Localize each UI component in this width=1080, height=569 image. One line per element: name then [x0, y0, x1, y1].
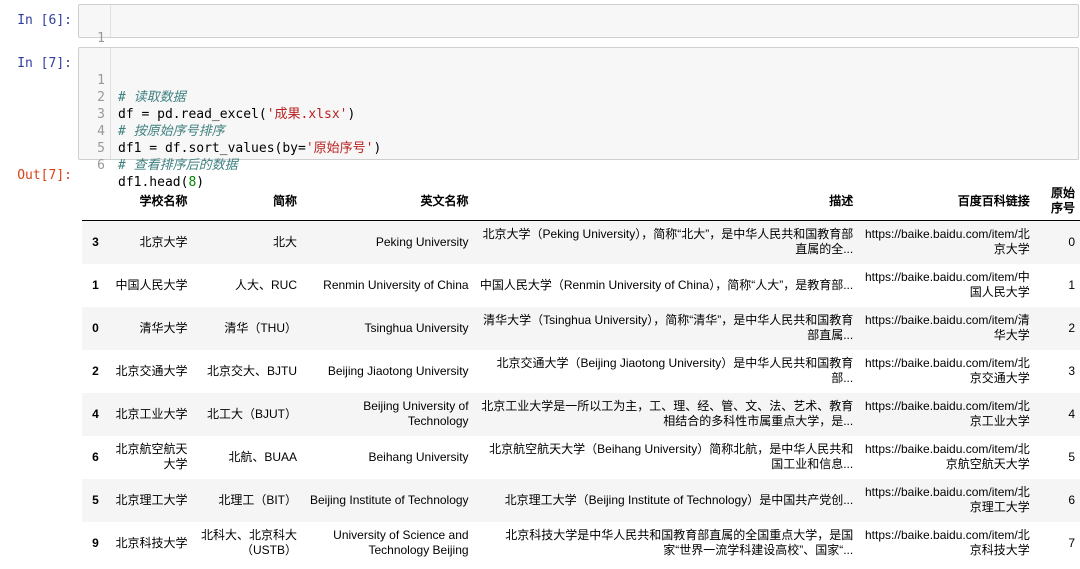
column-header: 简称	[192, 182, 303, 221]
table-cell: Renmin University of China	[323, 277, 469, 292]
table-cell: https://baike.baidu.com/item/中国人民大学	[864, 270, 1030, 299]
table-row: 1 中国人民大学 人大、RUC Renmin University of Chi…	[82, 264, 1080, 307]
table-cell: 5	[1068, 449, 1075, 464]
table-row: 6 北京航空航天大学 北航、BUAA Beihang University 北京…	[82, 436, 1080, 479]
table-cell: 清华大学	[139, 320, 188, 335]
table-cell: Beijing Institute of Technology	[310, 492, 469, 507]
column-header: 英文名称	[302, 182, 474, 221]
table-cell: 北京理工大学（Beijing Institute of Technology）是…	[504, 492, 854, 507]
output-prompt-7: Out[7]:	[17, 168, 72, 183]
table-cell: 北京交通大学	[115, 363, 188, 378]
code-text: df1 = df.sort_values(by=	[118, 141, 306, 156]
table-cell: Tsinghua University	[364, 320, 469, 335]
code-string: '成果.xlsx'	[266, 107, 348, 122]
table-cell: https://baike.baidu.com/item/北京工业大学	[864, 399, 1030, 428]
table-cell: 北京交大、BJTU	[207, 363, 298, 378]
row-index: 9	[92, 535, 99, 550]
table-cell: 北大	[273, 234, 298, 249]
table-cell: 2	[1068, 320, 1075, 335]
table-cell: 中国人民大学	[115, 277, 188, 292]
table-cell: 中国人民大学（Renmin University of China），简称“人大…	[479, 277, 854, 292]
table-cell: Beihang University	[368, 449, 469, 464]
table-row: 2 北京交通大学 北京交大、BJTU Beijing Jiaotong Univ…	[82, 350, 1080, 393]
code-text: )	[347, 107, 356, 122]
header-row: 学校名称 简称 英文名称 描述 百度百科链接 原始序号	[82, 182, 1080, 221]
table-cell: 北京理工大学	[115, 492, 188, 507]
row-index: 6	[92, 449, 99, 464]
code-cell-7[interactable]: In [7]: 1 # 读取数据 2 df = pd.read_excel('成…	[0, 47, 1080, 190]
table-cell: 0	[1068, 234, 1075, 249]
table-row: 9 北京科技大学 北科大、北京科大（USTB） University of Sc…	[82, 522, 1080, 565]
table-cell: Beijing Jiaotong University	[327, 363, 469, 378]
table-cell: Peking University	[375, 234, 469, 249]
column-header: 描述	[473, 182, 859, 221]
table-cell: https://baike.baidu.com/item/北京理工大学	[864, 485, 1030, 514]
table-row: 0 清华大学 清华（THU） Tsinghua University 清华大学（…	[82, 306, 1080, 350]
table-cell: 4	[1068, 406, 1075, 421]
index-header	[82, 182, 104, 221]
row-index: 4	[92, 406, 99, 421]
code-comment: # 按原始序号排序	[118, 124, 225, 139]
table-cell: University of Science and Technology Bei…	[333, 528, 469, 557]
row-index: 3	[92, 234, 99, 249]
code-string: '原始序号'	[305, 141, 374, 156]
table-cell: 北京大学（Peking University），简称“北大”，是中华人民共和国教…	[482, 227, 854, 257]
table-cell: 北京大学	[139, 234, 188, 249]
code-comment: # 读取数据	[118, 90, 186, 105]
table-cell: 6	[1068, 492, 1075, 507]
row-index: 5	[92, 492, 99, 507]
row-index: 0	[92, 320, 99, 335]
code-editor-7[interactable]: 1 # 读取数据 2 df = pd.read_excel('成果.xlsx')…	[78, 47, 1079, 190]
code-cell-6[interactable]: In [6]: 1 import pandas as pd	[0, 4, 1080, 63]
table-cell: https://baike.baidu.com/item/北京科技大学	[864, 528, 1030, 557]
column-header: 学校名称	[103, 182, 193, 221]
table-cell: https://baike.baidu.com/item/北京交通大学	[864, 356, 1030, 385]
code-comment: # 查看排序后的数据	[118, 158, 238, 173]
table-row: 5 北京理工大学 北理工（BIT） Beijing Institute of T…	[82, 478, 1080, 522]
table-cell: https://baike.baidu.com/item/北京大学	[864, 227, 1030, 257]
input-prompt-7: In [7]:	[17, 56, 72, 71]
column-header: 原始序号	[1034, 182, 1080, 221]
table-cell: 清华（THU）	[224, 320, 298, 335]
code-text: df = pd.read_excel(	[118, 107, 267, 122]
table-cell: 北京航空航天大学（Beihang University）简称北航，是中华人民共和…	[489, 442, 854, 471]
table-cell: 北京工业大学是一所以工为主，工、理、经、管、文、法、艺术、教育相结合的多科性市属…	[481, 399, 854, 428]
input-prompt-6: In [6]:	[17, 13, 72, 28]
table-cell: 3	[1068, 363, 1075, 378]
table-cell: Beijing University of Technology	[363, 399, 469, 428]
table-cell: 北京科技大学	[115, 535, 188, 550]
table-cell: 北理工（BIT）	[218, 492, 298, 507]
table-row: 4 北京工业大学 北工大（BJUT） Beijing University of…	[82, 392, 1080, 436]
table-cell: 北京航空航天大学	[115, 442, 188, 471]
dataframe-output: 学校名称 简称 英文名称 描述 百度百科链接 原始序号 3 北京大学 北大 Pe…	[82, 182, 1080, 565]
table-cell: 清华大学（Tsinghua University），简称“清华”，是中华人民共和…	[483, 313, 854, 342]
column-header: 百度百科链接	[858, 182, 1035, 221]
line-number: 1	[97, 31, 105, 46]
table-cell: 7	[1068, 535, 1075, 550]
code-editor-6[interactable]: 1 import pandas as pd	[78, 4, 1079, 63]
table-cell: 人大、RUC	[235, 277, 298, 292]
table-cell: 北京交通大学（Beijing Jiaotong University）是中华人民…	[496, 356, 854, 385]
table-row: 3 北京大学 北大 Peking University 北京大学（Peking …	[82, 220, 1080, 264]
table-cell: https://baike.baidu.com/item/清华大学	[864, 313, 1030, 342]
code-text: )	[373, 141, 382, 156]
table-cell: 北京工业大学	[115, 406, 188, 421]
table-cell: https://baike.baidu.com/item/北京航空航天大学	[864, 442, 1030, 471]
table-cell: 1	[1068, 277, 1075, 292]
table-cell: 北航、BUAA	[228, 449, 298, 464]
table-cell: 北工大（BJUT）	[207, 406, 298, 421]
row-index: 1	[92, 277, 99, 292]
row-index: 2	[92, 363, 99, 378]
table-cell: 北京科技大学是中华人民共和国教育部直属的全国重点大学，是国家“世界一流学科建设高…	[505, 528, 854, 557]
table-cell: 北科大、北京科大（USTB）	[201, 528, 298, 557]
line-number: 6	[97, 158, 105, 173]
